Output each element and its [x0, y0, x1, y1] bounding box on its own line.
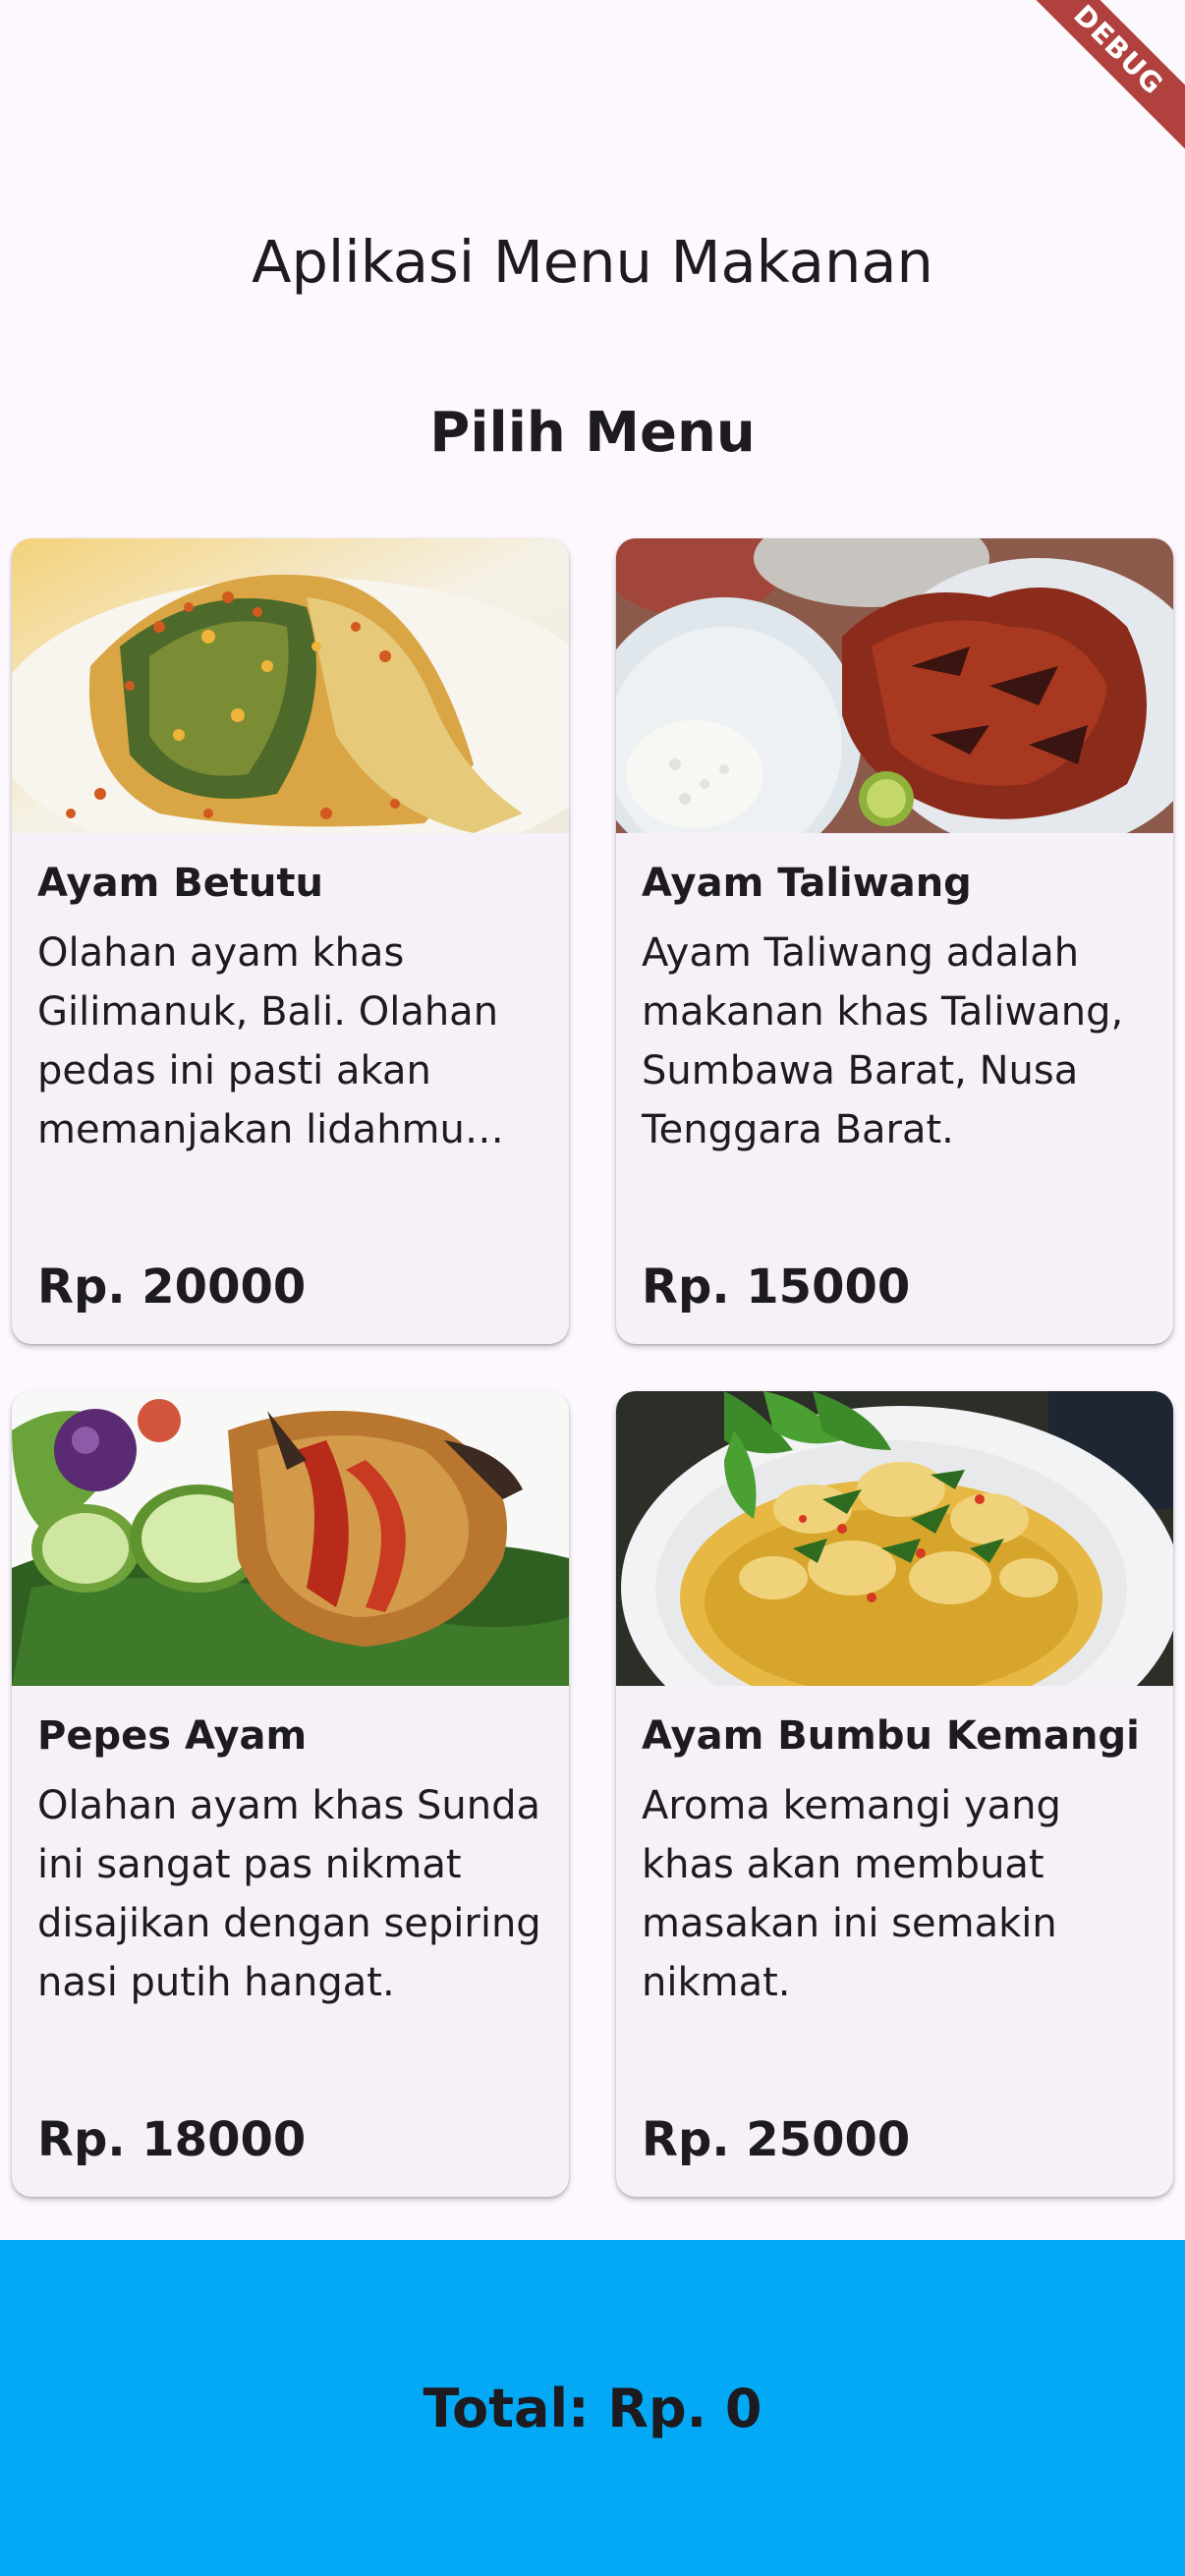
food-image-ayam-bumbu-kemangi — [616, 1391, 1173, 1686]
menu-description: Olahan ayam khas Sunda ini sangat pas ni… — [37, 1783, 541, 2005]
menu-price: Rp. 20000 — [37, 1260, 307, 1315]
debug-banner: DEBUG — [969, 0, 1185, 216]
food-image-ayam-taliwang — [616, 538, 1173, 833]
app-title: Aplikasi Menu Makanan — [252, 228, 933, 296]
menu-name: Pepes Ayam — [37, 1713, 308, 1759]
menu-name: Ayam Betutu — [37, 861, 324, 906]
menu-price: Rp. 25000 — [642, 2112, 911, 2167]
total-footer: Total: Rp. 0 — [0, 2240, 1185, 2576]
food-image-ayam-betutu — [12, 538, 569, 833]
menu-description: Olahan ayam khas Gilimanuk, Bali. Olahan… — [37, 930, 499, 1152]
menu-price: Rp. 15000 — [642, 1260, 911, 1315]
total-label: Total: Rp. 0 — [423, 2378, 762, 2439]
menu-grid: Ayam Betutu Olahan ayam khas Gilimanuk, … — [12, 538, 1173, 2197]
menu-description: Aroma kemangi yang khas akan membuat mas… — [642, 1783, 1061, 2005]
menu-card-ayam-taliwang[interactable]: Ayam Taliwang Ayam Taliwang adalah makan… — [616, 538, 1173, 1344]
menu-name: Ayam Bumbu Kemangi — [642, 1713, 1140, 1759]
menu-card-ayam-bumbu-kemangi[interactable]: Ayam Bumbu Kemangi Aroma kemangi yang kh… — [616, 1391, 1173, 2197]
menu-name: Ayam Taliwang — [642, 861, 972, 906]
food-image-pepes-ayam — [12, 1391, 569, 1686]
menu-description: Ayam Taliwang adalah makanan khas Taliwa… — [642, 930, 1124, 1152]
section-title: Pilih Menu — [429, 401, 756, 465]
menu-price: Rp. 18000 — [37, 2112, 307, 2167]
debug-banner-label: DEBUG — [1011, 0, 1185, 157]
menu-card-pepes-ayam[interactable]: Pepes Ayam Olahan ayam khas Sunda ini sa… — [12, 1391, 569, 2197]
menu-card-ayam-betutu[interactable]: Ayam Betutu Olahan ayam khas Gilimanuk, … — [12, 538, 569, 1344]
